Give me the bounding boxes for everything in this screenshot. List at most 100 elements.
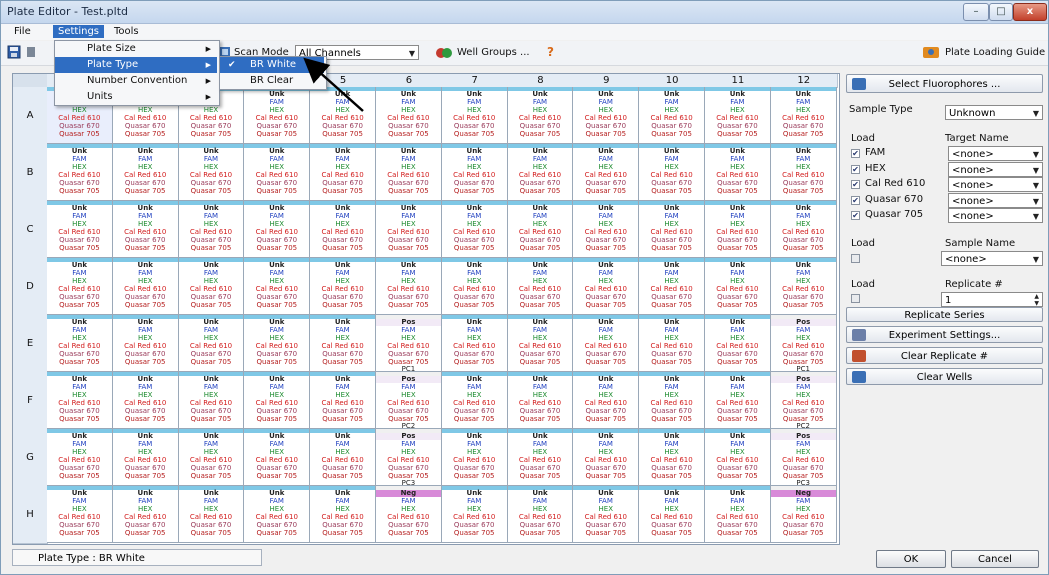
maximize-button[interactable]: □ xyxy=(989,3,1013,21)
plate-well[interactable]: UnkFAMHEXCal Red 610Quasar 670Quasar 705 xyxy=(639,429,705,486)
menu-item-number-convention[interactable]: Number Convention ▶ xyxy=(55,73,217,89)
minimize-button[interactable]: – xyxy=(963,3,989,21)
plate-well[interactable]: UnkFAMHEXCal Red 610Quasar 670Quasar 705 xyxy=(573,258,640,315)
close-button[interactable]: x xyxy=(1013,3,1047,21)
plate-well[interactable]: UnkFAMHEXCal Red 610Quasar 670Quasar 705 xyxy=(705,486,771,543)
plate-well[interactable]: UnkFAMHEXCal Red 610Quasar 670Quasar 705 xyxy=(507,315,574,372)
sample-name-select[interactable]: <none> ▼ xyxy=(941,251,1043,266)
plate-well[interactable]: UnkFAMHEXCal Red 610Quasar 670Quasar 705 xyxy=(47,429,113,486)
plate-well[interactable]: Neg FAM HEX Cal Red 610 Quasar 670 Quasar 705 xyxy=(376,486,442,543)
plate-well[interactable]: Pos FAM HEX Cal Red 610 Quasar 670 Quasar 705… xyxy=(376,372,442,429)
select-fluorophores-button[interactable]: Select Fluorophores ... xyxy=(846,74,1043,93)
plate-well[interactable]: UnkFAMHEXCal Red 610Quasar 670Quasar 705 xyxy=(705,315,771,372)
menu-settings[interactable]: Settings xyxy=(53,25,105,38)
plate-well[interactable]: UnkFAMHEXCal Red 610Quasar 670Quasar 705 xyxy=(244,258,311,315)
plate-well[interactable]: UnkFAMHEXCal Red 610Quasar 670Quasar 705 xyxy=(441,201,508,258)
row-header[interactable]: D xyxy=(13,258,48,316)
ok-button[interactable]: OK xyxy=(876,550,946,568)
menu-file[interactable]: File xyxy=(9,25,36,38)
plate-well[interactable]: UnkFAMHEXCal Red 610Quasar 670Quasar 705 xyxy=(639,258,705,315)
plate-well[interactable]: Pos FAM HEX Cal Red 610 Quasar 670 Quasar 705… xyxy=(376,429,442,486)
target-name-select[interactable]: <none> ▼ xyxy=(948,177,1043,192)
plate-well[interactable]: Pos FAM HEX Cal Red 610 Quasar 670 Quasar 705… xyxy=(770,315,837,372)
plate-well[interactable]: UnkFAMHEXCal Red 610Quasar 670Quasar 705 xyxy=(639,87,705,144)
plate-well[interactable]: UnkFAMHEXCal Red 610Quasar 670Quasar 705 xyxy=(705,372,771,429)
plate-well[interactable]: UnkFAMHEXCal Red 610Quasar 670Quasar 705 xyxy=(47,144,113,201)
grid-corner[interactable] xyxy=(13,74,48,88)
replicate-series-button[interactable]: Replicate Series xyxy=(846,307,1043,322)
plate-well[interactable]: UnkFAMHEXCal Red 610Quasar 670Quasar 705 xyxy=(441,144,508,201)
plate-well[interactable]: UnkFAMHEXCal Red 610Quasar 670Quasar 705 xyxy=(441,486,508,543)
menu-tools[interactable]: Tools xyxy=(109,25,144,38)
plate-well[interactable]: UnkFAMHEXCal Red 610Quasar 670Quasar 705 xyxy=(573,429,640,486)
plate-well[interactable]: UnkFAMHEXCal Red 610Quasar 670Quasar 705 xyxy=(573,486,640,543)
plate-well[interactable]: UnkFAMHEXCal Red 610Quasar 670Quasar 705 xyxy=(507,201,574,258)
plate-well[interactable]: UnkFAMHEXCal Red 610Quasar 670Quasar 705 xyxy=(244,429,311,486)
plate-well[interactable]: UnkFAMHEXCal Red 610Quasar 670Quasar 705 xyxy=(770,258,837,315)
plate-well[interactable]: Pos FAM HEX Cal Red 610 Quasar 670 Quasar 705… xyxy=(770,429,837,486)
target-load-checkbox[interactable]: ✔ xyxy=(851,195,860,205)
column-header[interactable]: 9 xyxy=(573,74,641,88)
tool-icon[interactable] xyxy=(25,45,37,62)
plate-well[interactable]: UnkFAMHEXCal Red 610Quasar 670Quasar 705 xyxy=(705,144,771,201)
plate-well[interactable]: Neg FAM HEX Cal Red 610 Quasar 670 Quasar 705 xyxy=(770,486,837,543)
target-name-select[interactable]: <none> ▼ xyxy=(948,161,1043,177)
target-load-checkbox[interactable]: ✔ xyxy=(851,180,860,189)
plate-well[interactable]: UnkFAMHEXCal Red 610Quasar 670Quasar 705 xyxy=(376,258,442,315)
clear-replicate-button[interactable]: Clear Replicate # xyxy=(846,347,1043,364)
plate-well[interactable]: UnkFAMHEXCal Red 610Quasar 670Quasar 705 xyxy=(705,87,771,144)
column-header[interactable]: 11 xyxy=(705,74,772,88)
menu-item-units[interactable]: Units ▶ xyxy=(55,89,217,105)
plate-well[interactable]: UnkFAMHEXCal Red 610Quasar 670Quasar 705 xyxy=(178,372,245,429)
plate-well[interactable]: UnkFAMHEXCal Red 610Quasar 670Quasar 705 xyxy=(112,429,179,486)
plate-well[interactable]: UnkFAMHEXCal Red 610Quasar 670Quasar 705 xyxy=(47,258,113,315)
plate-well[interactable]: UnkFAMHEXCal Red 610Quasar 670Quasar 705 xyxy=(705,201,771,258)
plate-well[interactable]: UnkFAMHEXCal Red 610Quasar 670Quasar 705 xyxy=(310,144,376,201)
plate-well[interactable]: UnkFAMHEXCal Red 610Quasar 670Quasar 705 xyxy=(310,372,376,429)
plate-loading-guide-button[interactable]: Plate Loading Guide xyxy=(945,47,1045,58)
menu-item-plate-size[interactable]: Plate Size ▶ xyxy=(55,41,217,57)
row-header[interactable]: F xyxy=(13,372,48,430)
column-header[interactable]: 12 xyxy=(770,74,838,88)
help-icon[interactable]: ? xyxy=(547,45,554,59)
plate-well[interactable]: UnkFAMHEXCal Red 610Quasar 670Quasar 705 xyxy=(178,258,245,315)
plate-well[interactable]: UnkFAMHEXCal Red 610Quasar 670Quasar 705 xyxy=(441,315,508,372)
replicate-stepper[interactable]: 1 ▲ ▼ xyxy=(941,292,1043,307)
plate-well[interactable]: UnkFAMHEXCal Red 610Quasar 670Quasar 705 xyxy=(310,87,376,144)
save-icon[interactable] xyxy=(7,45,21,62)
plate-well[interactable]: UnkFAMHEXCal Red 610Quasar 670Quasar 705 xyxy=(441,372,508,429)
plate-well[interactable]: UnkFAMHEXCal Red 610Quasar 670Quasar 705 xyxy=(112,486,179,543)
plate-well[interactable]: Pos FAM HEX Cal Red 610 Quasar 670 Quasar 705… xyxy=(770,372,837,429)
plate-well[interactable]: UnkFAMHEXCal Red 610Quasar 670Quasar 705 xyxy=(178,144,245,201)
plate-well[interactable]: Pos FAM HEX Cal Red 610 Quasar 670 Quasar 705… xyxy=(376,315,442,372)
plate-well[interactable]: UnkFAMHEXCal Red 610Quasar 670Quasar 705 xyxy=(244,87,311,144)
row-header[interactable]: C xyxy=(13,201,48,259)
column-header[interactable]: 8 xyxy=(507,74,575,88)
plate-well[interactable]: UnkFAMHEXCal Red 610Quasar 670Quasar 705 xyxy=(705,258,771,315)
clear-wells-button[interactable]: Clear Wells xyxy=(846,368,1043,385)
plate-well[interactable]: UnkFAMHEXCal Red 610Quasar 670Quasar 705 xyxy=(573,372,640,429)
plate-well[interactable]: UnkFAMHEXCal Red 610Quasar 670Quasar 705 xyxy=(507,372,574,429)
sample-type-select[interactable]: Unknown ▼ xyxy=(945,105,1043,120)
plate-well[interactable]: UnkFAMHEXCal Red 610Quasar 670Quasar 705 xyxy=(244,201,311,258)
plate-well[interactable]: UnkFAMHEXCal Red 610Quasar 670Quasar 705 xyxy=(244,315,311,372)
plate-well[interactable]: UnkFAMHEXCal Red 610Quasar 670Quasar 705 xyxy=(573,87,640,144)
plate-well[interactable]: UnkFAMHEXCal Red 610Quasar 670Quasar 705 xyxy=(705,429,771,486)
plate-well[interactable]: UnkFAMHEXCal Red 610Quasar 670Quasar 705 xyxy=(310,315,376,372)
menu-item-plate-type[interactable]: Plate Type ▶ xyxy=(55,57,217,73)
replicate-load-checkbox[interactable] xyxy=(851,294,860,303)
plate-well[interactable]: UnkFAMHEXCal Red 610Quasar 670Quasar 705 xyxy=(639,372,705,429)
plate-well[interactable]: UnkFAMHEXCal Red 610Quasar 670Quasar 705 xyxy=(47,486,113,543)
sample-name-load-checkbox[interactable] xyxy=(851,254,860,263)
plate-well[interactable]: UnkFAMHEXCal Red 610Quasar 670Quasar 705 xyxy=(112,372,179,429)
plate-well[interactable]: UnkFAMHEXCal Red 610Quasar 670Quasar 705 xyxy=(310,486,376,543)
plate-well[interactable]: UnkFAMHEXCal Red 610Quasar 670Quasar 705 xyxy=(507,486,574,543)
plate-well[interactable]: UnkFAMHEXCal Red 610Quasar 670Quasar 705 xyxy=(639,315,705,372)
plate-well[interactable]: UnkFAMHEXCal Red 610Quasar 670Quasar 705 xyxy=(112,144,179,201)
plate-well[interactable]: UnkFAMHEXCal Red 610Quasar 670Quasar 705 xyxy=(178,429,245,486)
plate-well[interactable]: UnkFAMHEXCal Red 610Quasar 670Quasar 705 xyxy=(639,486,705,543)
target-load-checkbox[interactable]: ✔ xyxy=(851,149,860,158)
target-name-select[interactable]: <none> ▼ xyxy=(948,146,1043,161)
row-header[interactable]: G xyxy=(13,429,48,487)
row-header[interactable]: A xyxy=(13,87,48,145)
